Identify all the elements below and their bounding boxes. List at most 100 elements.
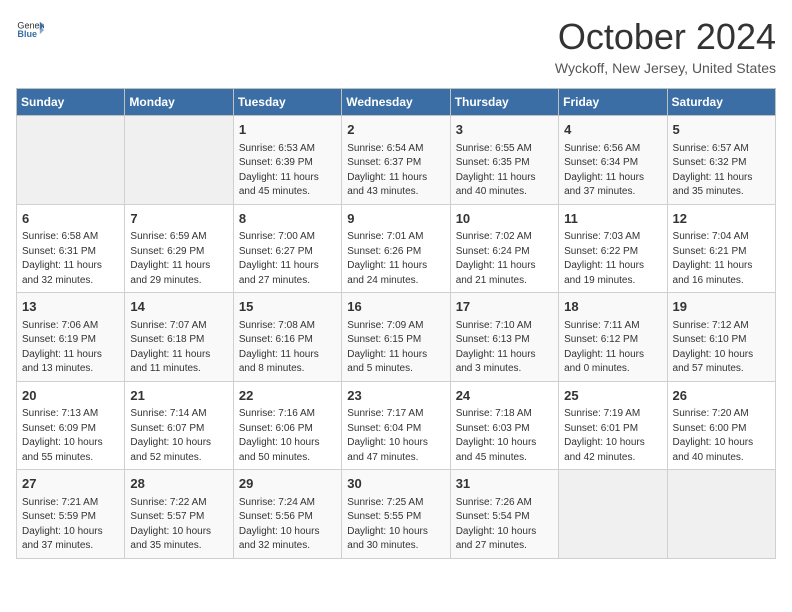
cell-info: Sunrise: 7:02 AMSunset: 6:24 PMDaylight:…: [456, 230, 553, 288]
day-number: 4: [564, 120, 661, 140]
cell-info: Sunrise: 7:20 AMSunset: 6:00 PMDaylight:…: [673, 407, 770, 465]
day-number: 31: [456, 474, 553, 494]
calendar-cell: 12Sunrise: 7:04 AMSunset: 6:21 PMDayligh…: [667, 204, 775, 293]
calendar-week-row: 27Sunrise: 7:21 AMSunset: 5:59 PMDayligh…: [17, 470, 776, 559]
day-number: 9: [347, 209, 444, 229]
day-number: 11: [564, 209, 661, 229]
calendar-cell: 2Sunrise: 6:54 AMSunset: 6:37 PMDaylight…: [342, 116, 450, 205]
day-number: 25: [564, 386, 661, 406]
month-title: October 2024: [555, 16, 776, 58]
calendar-cell: [17, 116, 125, 205]
day-number: 29: [239, 474, 336, 494]
cell-info: Sunrise: 7:11 AMSunset: 6:12 PMDaylight:…: [564, 319, 661, 377]
calendar-cell: 24Sunrise: 7:18 AMSunset: 6:03 PMDayligh…: [450, 381, 558, 470]
calendar-cell: 17Sunrise: 7:10 AMSunset: 6:13 PMDayligh…: [450, 293, 558, 382]
day-number: 5: [673, 120, 770, 140]
calendar-header-row: SundayMondayTuesdayWednesdayThursdayFrid…: [17, 89, 776, 116]
cell-info: Sunrise: 7:08 AMSunset: 6:16 PMDaylight:…: [239, 319, 336, 377]
day-number: 17: [456, 297, 553, 317]
day-of-week-thursday: Thursday: [450, 89, 558, 116]
day-number: 20: [22, 386, 119, 406]
calendar-cell: 7Sunrise: 6:59 AMSunset: 6:29 PMDaylight…: [125, 204, 233, 293]
day-of-week-tuesday: Tuesday: [233, 89, 341, 116]
calendar-cell: 6Sunrise: 6:58 AMSunset: 6:31 PMDaylight…: [17, 204, 125, 293]
calendar-week-row: 1Sunrise: 6:53 AMSunset: 6:39 PMDaylight…: [17, 116, 776, 205]
day-number: 26: [673, 386, 770, 406]
cell-info: Sunrise: 7:09 AMSunset: 6:15 PMDaylight:…: [347, 319, 444, 377]
cell-info: Sunrise: 6:57 AMSunset: 6:32 PMDaylight:…: [673, 142, 770, 200]
cell-info: Sunrise: 7:03 AMSunset: 6:22 PMDaylight:…: [564, 230, 661, 288]
calendar-cell: [125, 116, 233, 205]
calendar-cell: 31Sunrise: 7:26 AMSunset: 5:54 PMDayligh…: [450, 470, 558, 559]
cell-info: Sunrise: 6:56 AMSunset: 6:34 PMDaylight:…: [564, 142, 661, 200]
day-number: 30: [347, 474, 444, 494]
day-number: 14: [130, 297, 227, 317]
cell-info: Sunrise: 7:10 AMSunset: 6:13 PMDaylight:…: [456, 319, 553, 377]
cell-info: Sunrise: 7:24 AMSunset: 5:56 PMDaylight:…: [239, 496, 336, 554]
cell-info: Sunrise: 7:19 AMSunset: 6:01 PMDaylight:…: [564, 407, 661, 465]
day-number: 6: [22, 209, 119, 229]
cell-info: Sunrise: 6:55 AMSunset: 6:35 PMDaylight:…: [456, 142, 553, 200]
day-of-week-saturday: Saturday: [667, 89, 775, 116]
calendar-cell: 25Sunrise: 7:19 AMSunset: 6:01 PMDayligh…: [559, 381, 667, 470]
day-of-week-friday: Friday: [559, 89, 667, 116]
calendar-cell: 20Sunrise: 7:13 AMSunset: 6:09 PMDayligh…: [17, 381, 125, 470]
logo: General Blue: [16, 16, 44, 44]
calendar-cell: 1Sunrise: 6:53 AMSunset: 6:39 PMDaylight…: [233, 116, 341, 205]
calendar-cell: 29Sunrise: 7:24 AMSunset: 5:56 PMDayligh…: [233, 470, 341, 559]
day-number: 23: [347, 386, 444, 406]
day-number: 1: [239, 120, 336, 140]
cell-info: Sunrise: 7:18 AMSunset: 6:03 PMDaylight:…: [456, 407, 553, 465]
day-of-week-monday: Monday: [125, 89, 233, 116]
cell-info: Sunrise: 6:58 AMSunset: 6:31 PMDaylight:…: [22, 230, 119, 288]
calendar-cell: 28Sunrise: 7:22 AMSunset: 5:57 PMDayligh…: [125, 470, 233, 559]
calendar-table: SundayMondayTuesdayWednesdayThursdayFrid…: [16, 88, 776, 559]
cell-info: Sunrise: 7:00 AMSunset: 6:27 PMDaylight:…: [239, 230, 336, 288]
calendar-cell: 9Sunrise: 7:01 AMSunset: 6:26 PMDaylight…: [342, 204, 450, 293]
cell-info: Sunrise: 7:06 AMSunset: 6:19 PMDaylight:…: [22, 319, 119, 377]
day-number: 10: [456, 209, 553, 229]
calendar-cell: 10Sunrise: 7:02 AMSunset: 6:24 PMDayligh…: [450, 204, 558, 293]
calendar-week-row: 6Sunrise: 6:58 AMSunset: 6:31 PMDaylight…: [17, 204, 776, 293]
cell-info: Sunrise: 6:53 AMSunset: 6:39 PMDaylight:…: [239, 142, 336, 200]
day-of-week-wednesday: Wednesday: [342, 89, 450, 116]
cell-info: Sunrise: 7:26 AMSunset: 5:54 PMDaylight:…: [456, 496, 553, 554]
day-number: 24: [456, 386, 553, 406]
calendar-cell: 22Sunrise: 7:16 AMSunset: 6:06 PMDayligh…: [233, 381, 341, 470]
cell-info: Sunrise: 6:54 AMSunset: 6:37 PMDaylight:…: [347, 142, 444, 200]
calendar-cell: 26Sunrise: 7:20 AMSunset: 6:00 PMDayligh…: [667, 381, 775, 470]
cell-info: Sunrise: 7:21 AMSunset: 5:59 PMDaylight:…: [22, 496, 119, 554]
day-number: 18: [564, 297, 661, 317]
calendar-cell: 8Sunrise: 7:00 AMSunset: 6:27 PMDaylight…: [233, 204, 341, 293]
calendar-cell: 18Sunrise: 7:11 AMSunset: 6:12 PMDayligh…: [559, 293, 667, 382]
cell-info: Sunrise: 7:07 AMSunset: 6:18 PMDaylight:…: [130, 319, 227, 377]
day-number: 16: [347, 297, 444, 317]
calendar-cell: 13Sunrise: 7:06 AMSunset: 6:19 PMDayligh…: [17, 293, 125, 382]
calendar-cell: 4Sunrise: 6:56 AMSunset: 6:34 PMDaylight…: [559, 116, 667, 205]
day-number: 19: [673, 297, 770, 317]
calendar-cell: 16Sunrise: 7:09 AMSunset: 6:15 PMDayligh…: [342, 293, 450, 382]
cell-info: Sunrise: 7:13 AMSunset: 6:09 PMDaylight:…: [22, 407, 119, 465]
calendar-cell: 11Sunrise: 7:03 AMSunset: 6:22 PMDayligh…: [559, 204, 667, 293]
cell-info: Sunrise: 7:25 AMSunset: 5:55 PMDaylight:…: [347, 496, 444, 554]
cell-info: Sunrise: 7:14 AMSunset: 6:07 PMDaylight:…: [130, 407, 227, 465]
cell-info: Sunrise: 7:22 AMSunset: 5:57 PMDaylight:…: [130, 496, 227, 554]
title-block: October 2024 Wyckoff, New Jersey, United…: [555, 16, 776, 76]
calendar-week-row: 13Sunrise: 7:06 AMSunset: 6:19 PMDayligh…: [17, 293, 776, 382]
calendar-cell: 5Sunrise: 6:57 AMSunset: 6:32 PMDaylight…: [667, 116, 775, 205]
calendar-cell: [667, 470, 775, 559]
day-number: 13: [22, 297, 119, 317]
calendar-cell: 30Sunrise: 7:25 AMSunset: 5:55 PMDayligh…: [342, 470, 450, 559]
logo-icon: General Blue: [16, 16, 44, 44]
day-number: 28: [130, 474, 227, 494]
day-number: 2: [347, 120, 444, 140]
cell-info: Sunrise: 7:12 AMSunset: 6:10 PMDaylight:…: [673, 319, 770, 377]
day-number: 3: [456, 120, 553, 140]
day-number: 8: [239, 209, 336, 229]
day-number: 21: [130, 386, 227, 406]
cell-info: Sunrise: 7:16 AMSunset: 6:06 PMDaylight:…: [239, 407, 336, 465]
cell-info: Sunrise: 6:59 AMSunset: 6:29 PMDaylight:…: [130, 230, 227, 288]
day-number: 7: [130, 209, 227, 229]
page-header: General Blue October 2024 Wyckoff, New J…: [16, 16, 776, 76]
day-number: 27: [22, 474, 119, 494]
